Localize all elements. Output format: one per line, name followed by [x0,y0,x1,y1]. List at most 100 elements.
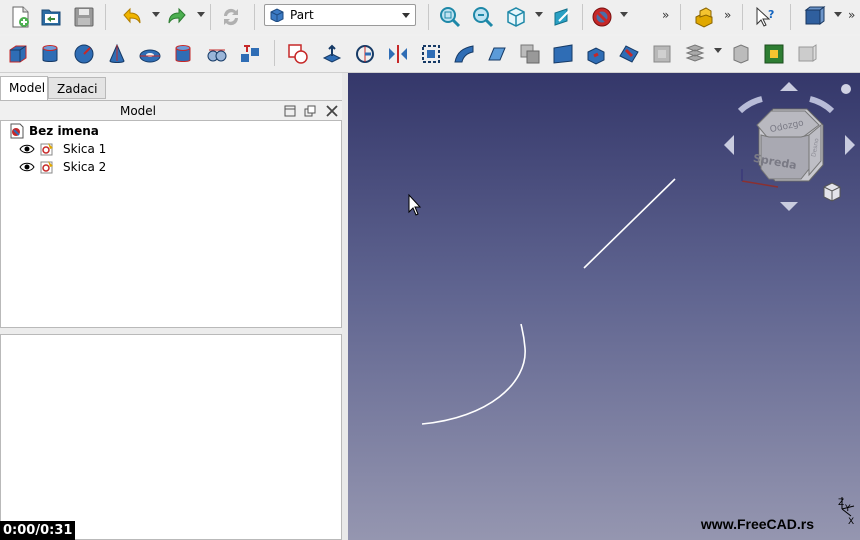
primitives-icon[interactable] [203,40,231,68]
check-geometry-icon[interactable] [727,40,755,68]
toolbar-separator [680,4,681,30]
video-timestamp: 0:00/0:31 [0,521,76,540]
toolbar-separator [254,4,255,30]
float-panel-icon[interactable] [302,103,318,119]
redo-icon[interactable] [163,3,191,31]
cross-sections-icon[interactable] [648,40,676,68]
eye-icon[interactable] [19,159,35,175]
axis-z-label: Z [838,498,844,508]
sketch-line[interactable] [583,178,676,269]
axis-x-label: X [848,517,854,527]
zoom-selection-icon[interactable] [469,3,497,31]
toolbar-separator [582,4,583,30]
more-tools-icon[interactable]: » [724,8,731,22]
revolve-icon[interactable] [351,40,379,68]
mirror-icon[interactable] [384,40,412,68]
toolbar-separator [210,4,211,30]
watermark-text: www.FreeCAD.rs [700,516,814,532]
compound-dropdown-icon[interactable] [714,48,722,53]
collapse-panel-icon[interactable] [282,103,298,119]
toolbar-separator [274,40,275,66]
workbench-label: Part [290,8,314,22]
new-file-icon[interactable] [6,3,34,31]
nav-arrow-up-icon[interactable] [780,82,798,91]
thickness-icon[interactable] [760,40,788,68]
boolean-icon[interactable] [284,40,312,68]
main-toolbar: Part » » ? » [0,0,860,34]
open-file-icon[interactable] [37,3,65,31]
cone-icon[interactable] [103,40,131,68]
close-icon[interactable] [324,103,340,119]
whats-this-icon[interactable]: ? [752,3,780,31]
mouse-pointer-icon [408,193,422,216]
compound-icon[interactable] [681,40,709,68]
chevron-down-icon [402,13,410,18]
more-tools-icon[interactable]: » [662,8,669,22]
viewport-canvas: Odozgo Spreda Desno Z Y X [408,82,855,527]
refresh-icon[interactable] [217,3,245,31]
part-toolbar [0,36,860,73]
fillet-icon[interactable] [417,40,445,68]
section-icon[interactable] [615,40,643,68]
navigation-cube[interactable]: Odozgo Spreda Desno [724,82,855,211]
toolbar-separator [790,4,791,30]
sphere-icon[interactable] [70,40,98,68]
chamfer-icon[interactable] [450,40,478,68]
draw-style-icon[interactable] [588,3,616,31]
shape-builder-icon[interactable] [236,40,264,68]
undo-dropdown-icon[interactable] [152,12,160,17]
panel-title: Model [119,104,157,118]
view-box-icon[interactable] [800,3,828,31]
view-dropdown-icon[interactable] [535,12,543,17]
axis-cross: Z Y X [838,497,854,527]
sketch-icon [40,143,53,156]
redo-dropdown-icon[interactable] [197,12,205,17]
sweep-icon[interactable] [582,40,610,68]
isometric-view-icon[interactable] [502,3,530,31]
panel-header: Model [0,100,342,121]
rotate-left-icon[interactable] [737,96,763,114]
view-menu-icon[interactable] [841,84,851,94]
axis-y-label: Y [844,504,851,514]
workbench-selector[interactable]: Part [264,4,416,26]
nav-arrow-down-icon[interactable] [780,202,798,211]
save-icon[interactable] [70,3,98,31]
model-tree: Bez imena Skica 1 Skica 2 [0,120,342,328]
nav-arrow-left-icon[interactable] [724,135,734,155]
loft-icon[interactable] [549,40,577,68]
sketch-icon [40,161,53,174]
cube-icon[interactable] [4,40,32,68]
eye-icon[interactable] [19,141,35,157]
ruled-surface-icon[interactable] [516,40,544,68]
tab-tasks[interactable]: Zadaci [48,77,106,99]
sketch-arc[interactable] [421,323,526,425]
part-design-icon[interactable] [690,3,718,31]
part-workbench-icon [270,8,284,22]
make-face-icon[interactable] [483,40,511,68]
document-icon [10,123,24,139]
measure-icon[interactable] [549,3,577,31]
property-view [0,334,342,540]
sketch-1-label: Skica 1 [63,142,107,156]
projection-icon[interactable] [793,40,821,68]
svg-text:?: ? [768,8,774,21]
more-tools-icon[interactable]: » [848,8,855,22]
document-label: Bez imena [29,124,99,138]
toolbar-separator [105,4,106,30]
draw-style-dropdown-icon[interactable] [620,12,628,17]
fit-all-icon[interactable] [436,3,464,31]
tube-icon[interactable] [169,40,197,68]
rotate-right-icon[interactable] [809,96,835,114]
undo-icon[interactable] [118,3,146,31]
nav-arrow-right-icon[interactable] [845,135,855,155]
toolbar-separator [428,4,429,30]
tab-model[interactable]: Model [0,76,48,100]
view-box-dropdown-icon[interactable] [834,12,842,17]
3d-viewport[interactable]: Odozgo Spreda Desno Z Y X www.FreeCAD.rs [348,73,860,540]
extrude-icon[interactable] [318,40,346,68]
sketch-2-label: Skica 2 [63,160,107,174]
torus-icon[interactable] [136,40,164,68]
combo-view: Model Zadaci Model Bez imena Skica 1 Ski… [0,73,346,540]
toolbar-separator [742,4,743,30]
cylinder-icon[interactable] [36,40,64,68]
